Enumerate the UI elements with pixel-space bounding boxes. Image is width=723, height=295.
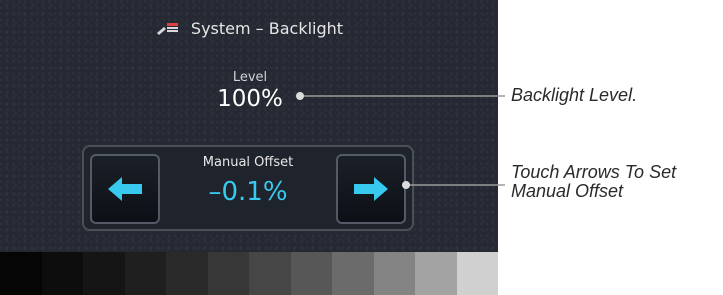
manual-offset-callout-line1: Touch Arrows To Set [511, 162, 677, 182]
level-value: 100% [217, 86, 283, 112]
manual-offset-callout-line2: Manual Offset [511, 181, 624, 201]
page-title: System – Backlight [190, 18, 344, 38]
arrow-right-icon [354, 177, 388, 201]
increase-offset-button[interactable] [336, 154, 406, 224]
manual-offset-callout: Touch Arrows To Set Manual Offset [511, 163, 676, 201]
manual-offset-value: –0.1% [208, 177, 288, 207]
wrench-settings-icon [156, 23, 178, 35]
gray-swatch [0, 252, 42, 295]
backlight-screen: System – Backlight Level 100% Manual Off… [0, 0, 498, 295]
gray-swatch [124, 252, 166, 295]
gray-swatch [41, 252, 83, 295]
gray-swatch [456, 252, 498, 295]
gray-swatch [207, 252, 249, 295]
gray-swatch [166, 252, 208, 295]
gray-swatch [290, 252, 332, 295]
manual-offset-panel: Manual Offset –0.1% [82, 145, 414, 231]
level-label: Level [232, 70, 268, 85]
manual-offset-label: Manual Offset [202, 155, 294, 170]
arrow-left-icon [108, 177, 142, 201]
gray-swatch [373, 252, 415, 295]
title-bar: System – Backlight [0, 12, 498, 44]
decrease-offset-button[interactable] [90, 154, 160, 224]
gray-swatch [83, 252, 125, 295]
backlight-level-callout: Backlight Level. [511, 85, 638, 105]
gray-swatch [415, 252, 457, 295]
gray-scale-strip [0, 252, 498, 295]
gray-swatch [332, 252, 374, 295]
gray-swatch [249, 252, 291, 295]
